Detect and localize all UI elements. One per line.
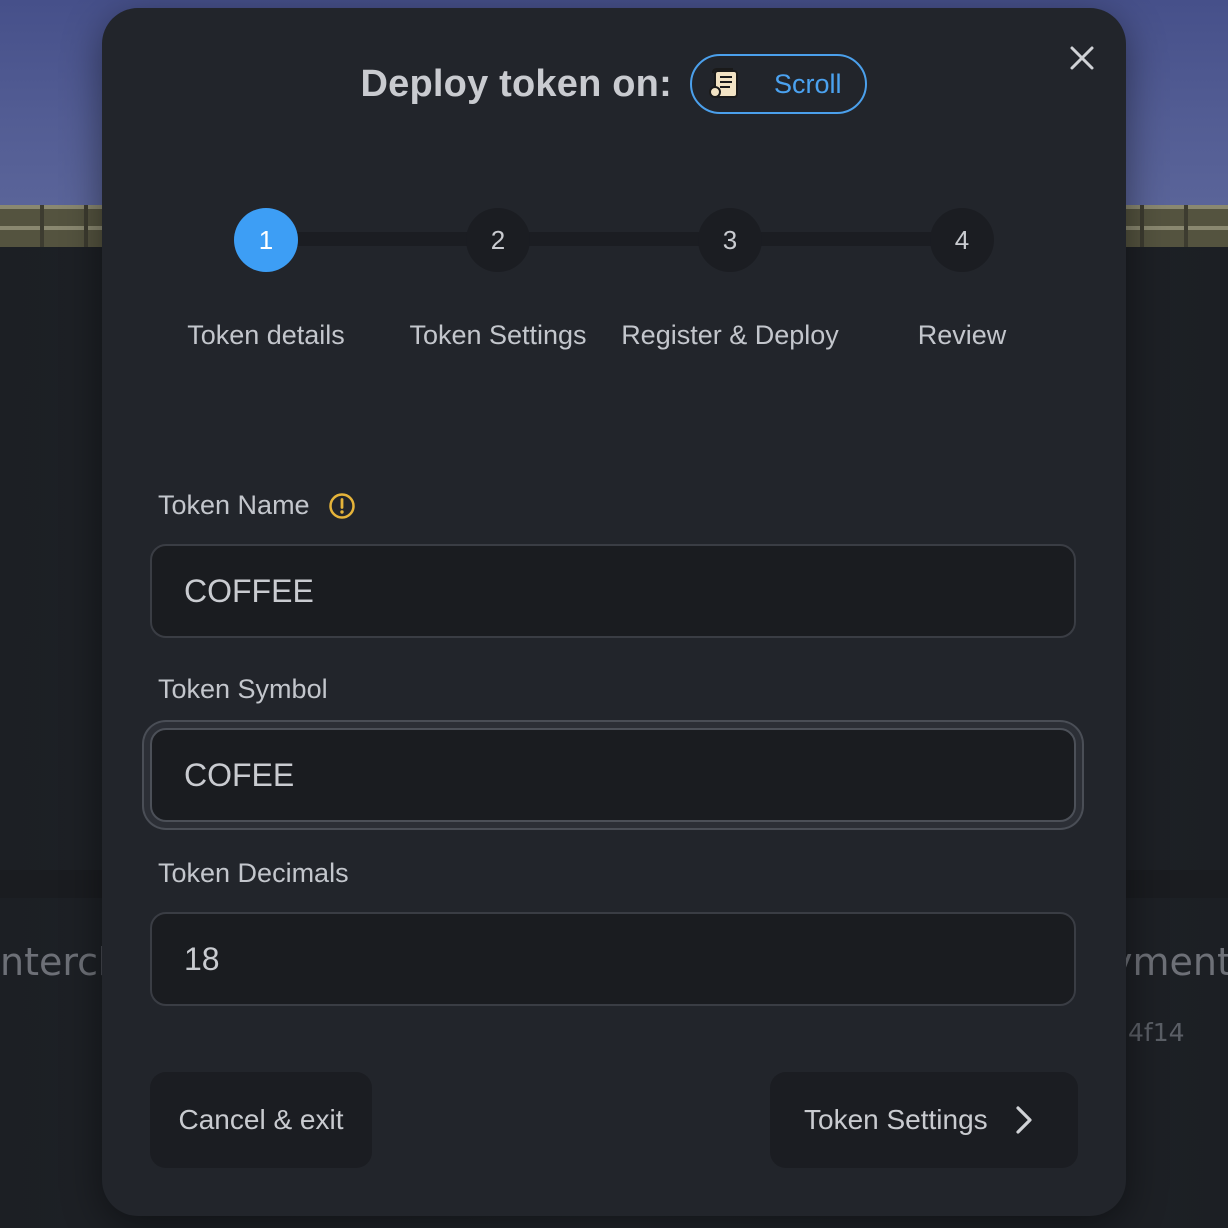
token-name-field[interactable]	[150, 544, 1076, 638]
chain-selector-button[interactable]: Scroll	[689, 54, 868, 114]
token-decimals-input[interactable]	[152, 914, 1074, 1004]
warning-icon[interactable]	[328, 492, 356, 520]
step-2-circle: 2	[466, 208, 530, 272]
token-symbol-label: Token Symbol	[158, 674, 328, 704]
deploy-token-modal: Deploy token on: Scroll 1 2 3 4 Token de…	[102, 8, 1126, 1216]
token-name-label: Token Name	[158, 490, 310, 520]
background-hash: 4f14	[1128, 1018, 1185, 1047]
step-1-circle: 1	[234, 208, 298, 272]
token-symbol-input[interactable]	[152, 730, 1074, 820]
modal-header: Deploy token on: Scroll	[102, 52, 1126, 116]
close-button[interactable]	[1062, 38, 1102, 78]
token-decimals-field[interactable]	[150, 912, 1076, 1006]
step-1-label: Token details	[187, 320, 345, 350]
token-symbol-field[interactable]	[150, 728, 1076, 822]
chevron-right-icon	[1016, 1106, 1032, 1134]
step-2-label: Token Settings	[409, 320, 587, 350]
step-4-circle: 4	[930, 208, 994, 272]
background-text-right: yments	[1110, 940, 1228, 984]
step-3-circle: 3	[698, 208, 762, 272]
modal-title: Deploy token on:	[360, 62, 672, 105]
token-name-label-row: Token Name	[158, 490, 356, 521]
token-decimals-label: Token Decimals	[158, 858, 349, 888]
token-decimals-label-row: Token Decimals	[158, 858, 349, 889]
token-symbol-label-row: Token Symbol	[158, 674, 328, 705]
chain-name: Scroll	[773, 68, 842, 99]
stepper-track	[266, 232, 962, 246]
step-4-label: Review	[917, 320, 1007, 350]
scroll-icon	[706, 65, 744, 103]
step-3-label: Register & Deploy	[621, 320, 839, 350]
token-name-input[interactable]	[152, 546, 1074, 636]
next-step-button[interactable]: Token Settings	[770, 1072, 1078, 1168]
cancel-exit-label: Cancel & exit	[178, 1104, 344, 1135]
cancel-exit-button[interactable]: Cancel & exit	[150, 1072, 372, 1168]
next-step-label: Token Settings	[804, 1104, 988, 1135]
close-icon	[1070, 46, 1094, 70]
